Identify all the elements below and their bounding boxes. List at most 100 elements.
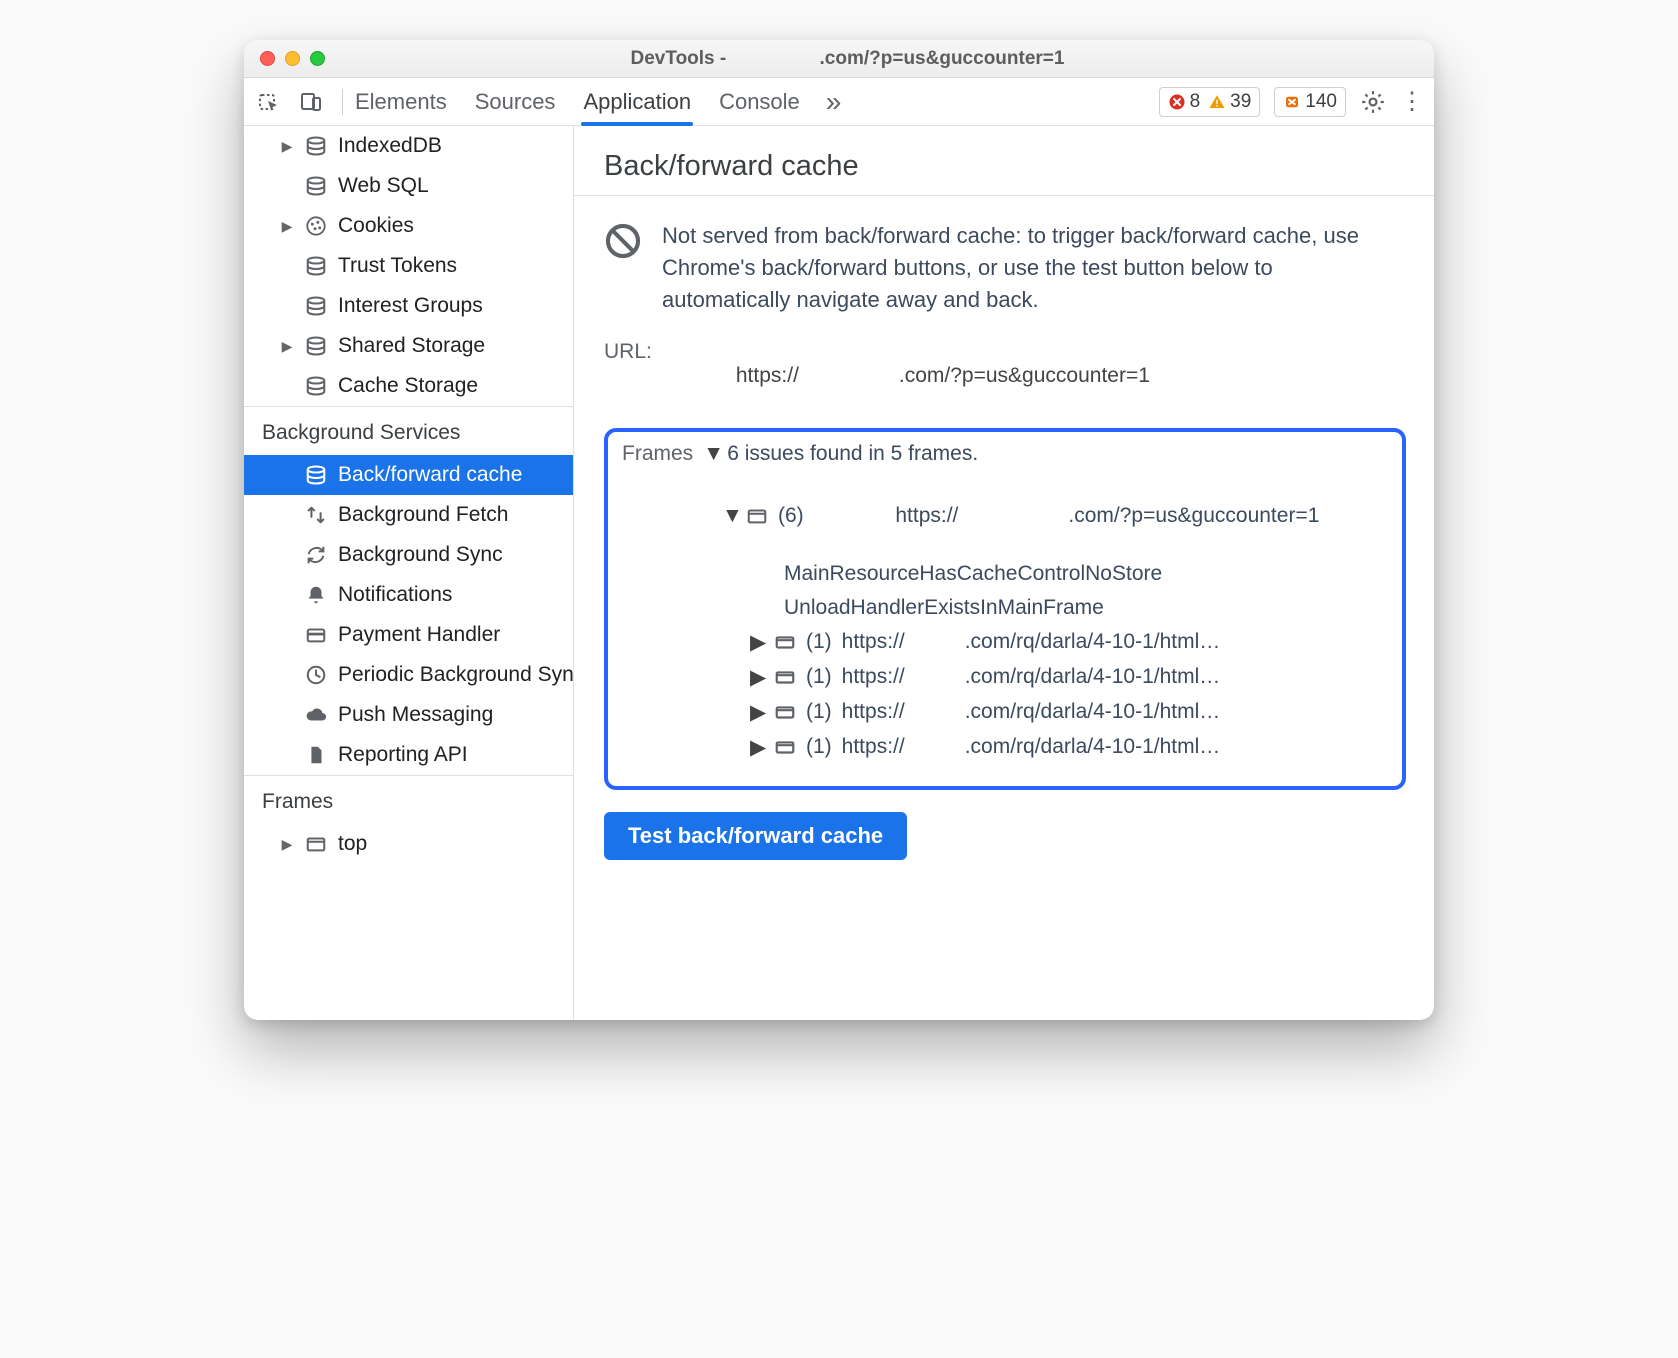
sidebar-item-background-fetch[interactable]: ▶Background Fetch <box>244 495 573 535</box>
cloud-icon <box>304 703 328 727</box>
frames-label: Frames <box>622 442 693 466</box>
sidebar-item-label: Payment Handler <box>338 623 500 647</box>
application-content: Back/forward cache Not served from back/… <box>574 126 1434 1020</box>
cookie-icon <box>304 214 328 238</box>
expand-caret-icon[interactable]: ▶ <box>280 218 294 235</box>
sidebar-item-label: IndexedDB <box>338 134 442 158</box>
issues-count: 140 <box>1305 91 1337 113</box>
sidebar-item-background-sync[interactable]: ▶Background Sync <box>244 535 573 575</box>
sidebar-item-back-forward-cache[interactable]: ▶Back/forward cache <box>244 455 573 495</box>
console-status-badge[interactable]: 8 39 <box>1159 87 1261 117</box>
sidebar-item-cache-storage[interactable]: ▶Cache Storage <box>244 366 573 406</box>
devtools-toolbar: Elements Sources Application Console » 8… <box>244 78 1434 126</box>
sidebar-item-label: Reporting API <box>338 743 468 767</box>
frames-issues-block: Frames ▼ 6 issues found in 5 frames. ▼ (… <box>604 428 1406 790</box>
zoom-window-button[interactable] <box>310 51 325 66</box>
subframe-row[interactable]: ▶(1)https://.com/rq/darla/4-10-1/html <box>622 630 1388 655</box>
caret-down-icon[interactable]: ▼ <box>722 504 736 528</box>
sidebar-item-label: Push Messaging <box>338 703 493 727</box>
frame-count: (6) <box>778 504 804 528</box>
frame-icon <box>304 832 328 856</box>
sidebar-item-reporting-api[interactable]: ▶Reporting API <box>244 735 573 775</box>
file-icon <box>304 743 328 767</box>
subframe-count: (1) <box>806 630 832 654</box>
clock-icon <box>304 663 328 687</box>
tab-elements[interactable]: Elements <box>355 78 447 125</box>
tab-sources[interactable]: Sources <box>475 78 556 125</box>
test-bfc-button[interactable]: Test back/forward cache <box>604 812 907 860</box>
sidebar-item-label: Notifications <box>338 583 452 607</box>
separator <box>342 89 343 115</box>
frames-collapse-icon[interactable]: ▼ <box>703 442 717 466</box>
db-icon <box>304 294 328 318</box>
title-prefix: DevTools - <box>631 48 732 70</box>
sidebar-item-label: Trust Tokens <box>338 254 457 278</box>
subframe-count: (1) <box>806 735 832 759</box>
issues-icon <box>1283 93 1301 111</box>
sidebar-item-interest-groups[interactable]: ▶Interest Groups <box>244 286 573 326</box>
close-window-button[interactable] <box>260 51 275 66</box>
issues-badge[interactable]: 140 <box>1274 87 1346 117</box>
not-served-icon <box>604 222 642 260</box>
subframe-row[interactable]: ▶(1)https://.com/rq/darla/4-10-1/html <box>622 735 1388 760</box>
caret-right-icon[interactable]: ▶ <box>750 665 764 690</box>
subframe-row[interactable]: ▶(1)https://.com/rq/darla/4-10-1/html <box>622 700 1388 725</box>
subframe-count: (1) <box>806 665 832 689</box>
sidebar-item-label: Back/forward cache <box>338 463 522 487</box>
sidebar-item-label: top <box>338 832 367 856</box>
iframe-icon <box>774 631 796 653</box>
sidebar-item-label: Cache Storage <box>338 374 478 398</box>
sidebar-group-frames: Frames <box>244 775 573 824</box>
frame-row-root[interactable]: ▼ (6) https://.com/?p=us&guccounter=1 <box>622 480 1388 552</box>
sidebar-item-periodic-background-sync[interactable]: ▶Periodic Background Sync <box>244 655 573 695</box>
bell-icon <box>304 583 328 607</box>
expand-caret-icon[interactable]: ▶ <box>280 836 294 853</box>
sidebar-item-label: Background Fetch <box>338 503 508 527</box>
sidebar-item-payment-handler[interactable]: ▶Payment Handler <box>244 615 573 655</box>
db-icon <box>304 334 328 358</box>
bfc-status-row: Not served from back/forward cache: to t… <box>604 220 1406 316</box>
minimize-window-button[interactable] <box>285 51 300 66</box>
sidebar-item-push-messaging[interactable]: ▶Push Messaging <box>244 695 573 735</box>
url-label: URL: <box>604 340 652 412</box>
sidebar-group-background-services: Background Services <box>244 406 573 455</box>
caret-right-icon[interactable]: ▶ <box>750 630 764 655</box>
device-toolbar-icon[interactable] <box>292 83 330 121</box>
tab-application[interactable]: Application <box>583 78 691 125</box>
sidebar-item-indexeddb[interactable]: ▶ IndexedDB <box>244 126 573 166</box>
subframe-row[interactable]: ▶(1)https://.com/rq/darla/4-10-1/html <box>622 665 1388 690</box>
sidebar-item-label: Periodic Background Sync <box>338 663 573 687</box>
sidebar-item-top[interactable]: ▶ top <box>244 824 573 864</box>
application-sidebar: ▶IndexedDB▶Web SQL▶Cookies▶Trust Tokens▶… <box>244 126 574 1020</box>
more-menu-icon[interactable]: ⋮ <box>1400 87 1424 116</box>
panel-tabs: Elements Sources Application Console <box>355 78 800 125</box>
expand-caret-icon[interactable]: ▶ <box>280 138 294 155</box>
sidebar-item-cookies[interactable]: ▶ Cookies <box>244 206 573 246</box>
frames-summary: 6 issues found in 5 frames. <box>727 442 978 466</box>
sidebar-item-web-sql[interactable]: ▶Web SQL <box>244 166 573 206</box>
more-tabs-icon[interactable]: » <box>826 86 842 118</box>
db-icon <box>304 254 328 278</box>
caret-right-icon[interactable]: ▶ <box>750 735 764 760</box>
settings-gear-icon[interactable] <box>1360 89 1386 115</box>
title-suffix: .com/?p=us&guccounter=1 <box>820 48 1065 70</box>
sidebar-item-label: Cookies <box>338 214 414 238</box>
url-suffix: .com/?p=us&guccounter=1 <box>899 364 1150 387</box>
db-icon <box>304 463 328 487</box>
tab-console[interactable]: Console <box>719 78 800 125</box>
warning-icon <box>1208 93 1226 111</box>
sync-icon <box>304 543 328 567</box>
sidebar-item-notifications[interactable]: ▶Notifications <box>244 575 573 615</box>
db-icon <box>304 134 328 158</box>
db-icon <box>304 374 328 398</box>
inspect-icon[interactable] <box>250 83 288 121</box>
iframe-icon <box>774 666 796 688</box>
expand-caret-icon[interactable]: ▶ <box>280 338 294 355</box>
subframe-count: (1) <box>806 700 832 724</box>
caret-right-icon[interactable]: ▶ <box>750 700 764 725</box>
sidebar-item-trust-tokens[interactable]: ▶Trust Tokens <box>244 246 573 286</box>
sidebar-item-shared-storage[interactable]: ▶Shared Storage <box>244 326 573 366</box>
sidebar-item-label: Interest Groups <box>338 294 483 318</box>
bfc-reason-2: UnloadHandlerExistsInMainFrame <box>622 596 1388 620</box>
devtools-window: DevTools - .com/?p=us&guccounter=1 Eleme… <box>244 40 1434 1020</box>
